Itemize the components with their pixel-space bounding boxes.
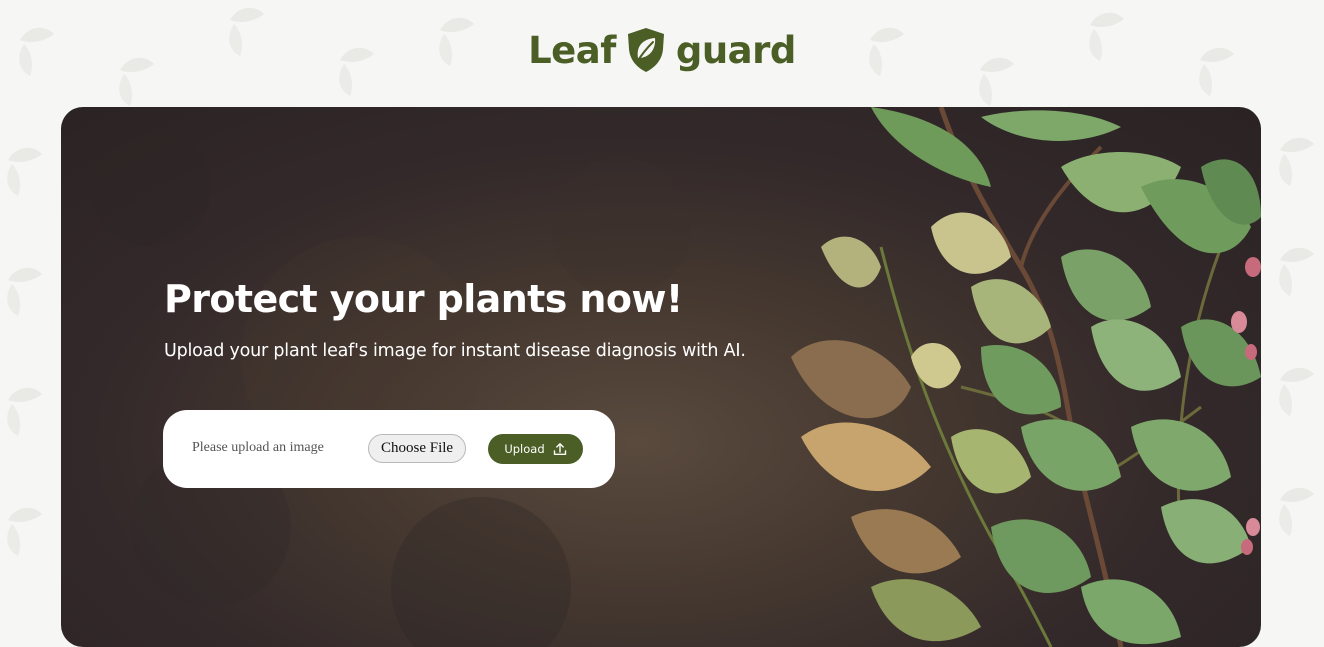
leaf-shield-icon — [627, 28, 664, 72]
upload-icon — [553, 443, 566, 455]
choose-file-label: Choose File — [381, 440, 454, 456]
leaf-group — [791, 107, 1261, 645]
upload-button[interactable]: Upload — [488, 434, 583, 464]
brand-word-leaf: Leaf — [528, 28, 616, 72]
choose-file-button[interactable]: Choose File — [368, 434, 467, 463]
flower-cluster — [1231, 257, 1261, 555]
upload-form: Please upload an image Choose File Uploa… — [163, 410, 615, 488]
brand-logo[interactable]: Leaf guard — [528, 27, 796, 73]
site-header: Leaf guard — [0, 24, 1324, 76]
upload-hint-text: Please upload an image — [192, 440, 324, 455]
brand-word-guard: guard — [675, 28, 797, 72]
upload-button-label: Upload — [504, 442, 545, 456]
hero-title: Protect your plants now! — [164, 277, 683, 321]
hero-subtitle: Upload your plant leaf's image for insta… — [164, 341, 746, 361]
plant-illustration — [791, 107, 1261, 647]
hero-banner: Protect your plants now! Upload your pla… — [61, 107, 1261, 647]
